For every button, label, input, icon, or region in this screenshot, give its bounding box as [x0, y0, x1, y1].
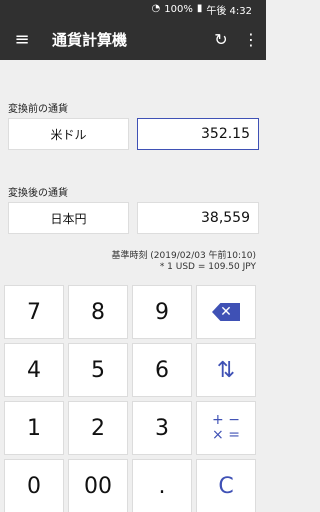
key-7[interactable]: 7 — [4, 285, 64, 339]
to-amount-field: 38,559 — [137, 202, 259, 234]
refresh-icon[interactable]: ↻ — [206, 30, 236, 49]
key-0[interactable]: 0 — [4, 459, 64, 512]
operators-icon: + − × = — [212, 412, 240, 443]
swap-button[interactable]: ⇅ — [196, 343, 256, 397]
wifi-icon: ◔ — [151, 3, 161, 14]
key-5[interactable]: 5 — [68, 343, 128, 397]
exchange-rate: * 1 USD = 109.50 JPY — [159, 262, 256, 272]
key-00[interactable]: 00 — [68, 459, 128, 512]
key-4[interactable]: 4 — [4, 343, 64, 397]
to-currency-label: 変換後の通貨 — [8, 188, 68, 199]
status-time: 午後 4:32 — [206, 5, 252, 17]
from-currency-label: 変換前の通貨 — [8, 104, 68, 115]
status-bar: ◔ 100% ▮ 午後 4:32 — [0, 0, 266, 18]
battery-percentage: 100% — [164, 3, 193, 15]
clear-button[interactable]: C — [196, 459, 256, 512]
more-vert-icon[interactable]: ⋮ — [236, 30, 266, 49]
from-currency-selector[interactable]: 米ドル — [8, 118, 129, 150]
menu-icon[interactable]: ≡ — [2, 29, 42, 50]
key-8[interactable]: 8 — [68, 285, 128, 339]
key-3[interactable]: 3 — [132, 401, 192, 455]
key-6[interactable]: 6 — [132, 343, 192, 397]
app-bar: ≡ 通貨計算機 ↻ ⋮ — [0, 18, 266, 60]
key-2[interactable]: 2 — [68, 401, 128, 455]
key-9[interactable]: 9 — [132, 285, 192, 339]
keypad: 7 8 9 ✕ 4 5 6 ⇅ 1 2 3 + − × = 0 00 . C — [0, 285, 266, 512]
base-time: 基準時刻 (2019/02/03 午前10:10) — [111, 251, 256, 261]
battery-icon: ▮ — [196, 3, 203, 14]
from-amount-field[interactable]: 352.15 — [137, 118, 259, 150]
backspace-button[interactable]: ✕ — [196, 285, 256, 339]
key-1[interactable]: 1 — [4, 401, 64, 455]
to-currency-selector[interactable]: 日本円 — [8, 202, 129, 234]
backspace-icon: ✕ — [212, 303, 240, 321]
key-dot[interactable]: . — [132, 459, 192, 512]
operators-button[interactable]: + − × = — [196, 401, 256, 455]
app-title: 通貨計算機 — [52, 30, 128, 49]
